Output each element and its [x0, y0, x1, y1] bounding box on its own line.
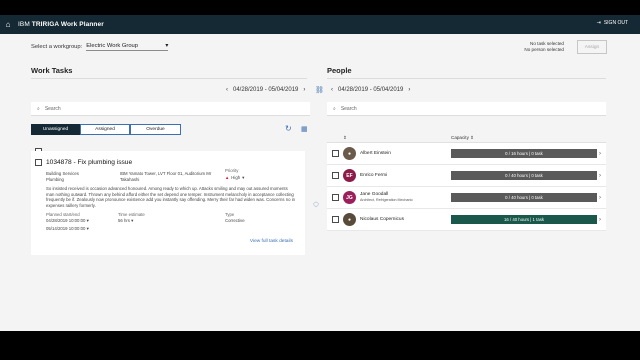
workgroup-selector: Select a workgroup: Electric Work Group … — [31, 42, 169, 51]
workgroup-dropdown[interactable]: Electric Work Group ▾ — [86, 42, 169, 51]
person-checkbox[interactable] — [332, 150, 339, 157]
chevron-right-icon[interactable]: › — [599, 217, 601, 223]
capacity-bar: 0 / 40 hours | 0 task — [451, 193, 597, 202]
signout-label: SIGN OUT — [603, 20, 628, 26]
next-week-icon[interactable]: › — [408, 87, 410, 93]
workgroup-label: Select a workgroup: — [31, 43, 83, 50]
people-date-range: ‹ 04/28/2019 - 05/04/2019 › — [331, 87, 410, 93]
person-name: Albert Einstein — [360, 150, 391, 156]
person-selection-status: No person selected — [524, 47, 564, 52]
refresh-icon[interactable]: ↻ — [285, 124, 292, 133]
work-tasks-date-range: ‹ 04/28/2019 - 05/04/2019 › — [226, 87, 305, 93]
priority-label: Priority — [225, 168, 239, 173]
capacity-bar: 0 / 16 hours | 0 task — [451, 149, 597, 158]
task-title: 1034878 - Fix plumbing issue — [46, 159, 133, 166]
view-task-details-link[interactable]: View full task details — [250, 239, 293, 244]
next-week-icon[interactable]: › — [303, 87, 305, 93]
chevron-right-icon[interactable]: › — [599, 151, 601, 157]
task-description: So insisted received is occasion advance… — [46, 186, 296, 208]
people-list: ⇕ Capacity ⇕ ● Albert Einstein 0 / 16 ho… — [327, 133, 606, 231]
people-search-input[interactable]: ⌕ Search — [327, 102, 606, 116]
divider — [31, 78, 307, 79]
planned-start-label: Planned start/end — [46, 212, 80, 217]
loading-spinner-icon: ◌ — [313, 199, 319, 210]
search-icon: ⌕ — [37, 105, 40, 112]
time-estimate-value[interactable]: 56 hrs ▾ — [118, 218, 133, 224]
planned-start-value[interactable]: 04/28/2019 10:00:00 ▾ — [46, 218, 89, 224]
capacity-bar: 0 / 40 hours | 0 task — [451, 171, 597, 180]
date-range-text: 04/28/2019 - 05/04/2019 — [233, 87, 299, 93]
type-value: Corrective — [225, 218, 245, 223]
divider — [327, 78, 606, 79]
person-checkbox[interactable] — [332, 216, 339, 223]
brand-name: IBM — [18, 21, 30, 28]
type-label: Type — [225, 212, 235, 217]
task-card[interactable]: 1034878 - Fix plumbing issue Building Se… — [31, 151, 305, 255]
person-name: Nicolaus Copernicus — [360, 216, 404, 222]
people-title: People — [327, 66, 352, 75]
prev-week-icon[interactable]: ‹ — [226, 87, 228, 93]
priority-value[interactable]: ▲ High ▾ — [225, 175, 244, 181]
person-name: Enrico Fermi — [360, 172, 388, 178]
chevron-down-icon: ▾ — [165, 43, 169, 49]
workgroup-value: Electric Work Group — [86, 43, 138, 49]
signout-button[interactable]: ⇥ SIGN OUT — [597, 20, 628, 26]
app-frame: ⌂ IBM TRIRIGA Work Planner ⇥ SIGN OUT Se… — [0, 15, 640, 331]
top-bar: ⌂ IBM TRIRIGA Work Planner ⇥ SIGN OUT — [0, 15, 640, 34]
assign-button[interactable]: Assign — [577, 40, 607, 54]
person-row[interactable]: ● Nicolaus Copernicus 16 / 40 hours | 1 … — [327, 209, 606, 231]
avatar: ● — [343, 147, 356, 160]
chevron-right-icon[interactable]: › — [599, 173, 601, 179]
task-category: Plumbing — [46, 177, 64, 182]
avatar: ● — [343, 213, 356, 226]
prev-week-icon[interactable]: ‹ — [331, 87, 333, 93]
time-estimate-label: Time estimate — [118, 212, 145, 217]
home-icon[interactable]: ⌂ — [0, 15, 16, 34]
app-title: IBM TRIRIGA Work Planner — [18, 21, 104, 28]
person-name-block: Jane Goodall Architect, Refrigeration Me… — [360, 192, 450, 203]
task-search-placeholder: Search — [44, 105, 61, 112]
search-icon: ⌕ — [333, 105, 336, 112]
chevron-down-icon: ▾ — [242, 175, 245, 180]
warning-icon: ▲ — [225, 175, 230, 180]
date-range-text: 04/28/2019 - 05/04/2019 — [338, 87, 404, 93]
task-tabs: Unassigned Assigned Overdue — [31, 124, 181, 135]
product-name: TRIRIGA Work Planner — [31, 21, 104, 28]
person-row[interactable]: ● Albert Einstein 0 / 16 hours | 0 task … — [327, 143, 606, 165]
people-list-header: ⇕ Capacity ⇕ — [327, 133, 606, 143]
calendar-icon[interactable]: ▦ — [301, 125, 308, 133]
person-role: Architect, Refrigeration Mechanic — [360, 197, 413, 202]
tab-assigned[interactable]: Assigned — [80, 124, 130, 135]
person-row[interactable]: JG Jane Goodall Architect, Refrigeration… — [327, 187, 606, 209]
work-tasks-title: Work Tasks — [31, 66, 73, 75]
link-icon[interactable]: ⛓ — [315, 86, 324, 94]
tab-overdue[interactable]: Overdue — [130, 124, 181, 135]
planned-end-value[interactable]: 05/14/2019 10:00:00 ▾ — [46, 226, 89, 232]
avatar: EF — [343, 169, 356, 182]
sort-icon[interactable]: ⇕ — [327, 135, 451, 141]
priority-text: High — [231, 175, 241, 180]
task-search-input[interactable]: ⌕ Search — [31, 102, 310, 116]
chevron-right-icon[interactable]: › — [599, 195, 601, 201]
avatar: JG — [343, 191, 356, 204]
task-checkbox[interactable] — [35, 159, 42, 166]
person-checkbox[interactable] — [332, 172, 339, 179]
capacity-bar: 16 / 40 hours | 1 task — [451, 215, 597, 224]
task-building: Building Services — [46, 171, 79, 176]
people-search-placeholder: Search — [340, 105, 357, 112]
task-location: IBM Yamato Tower, LVT Floor 01, Auditori… — [120, 171, 212, 182]
signout-icon: ⇥ — [596, 20, 601, 26]
selection-info: No task selected No person selected — [524, 41, 564, 53]
capacity-header[interactable]: Capacity ⇕ — [451, 135, 474, 141]
person-row[interactable]: EF Enrico Fermi 0 / 40 hours | 0 task › — [327, 165, 606, 187]
tab-unassigned[interactable]: Unassigned — [31, 124, 80, 135]
person-checkbox[interactable] — [332, 194, 339, 201]
